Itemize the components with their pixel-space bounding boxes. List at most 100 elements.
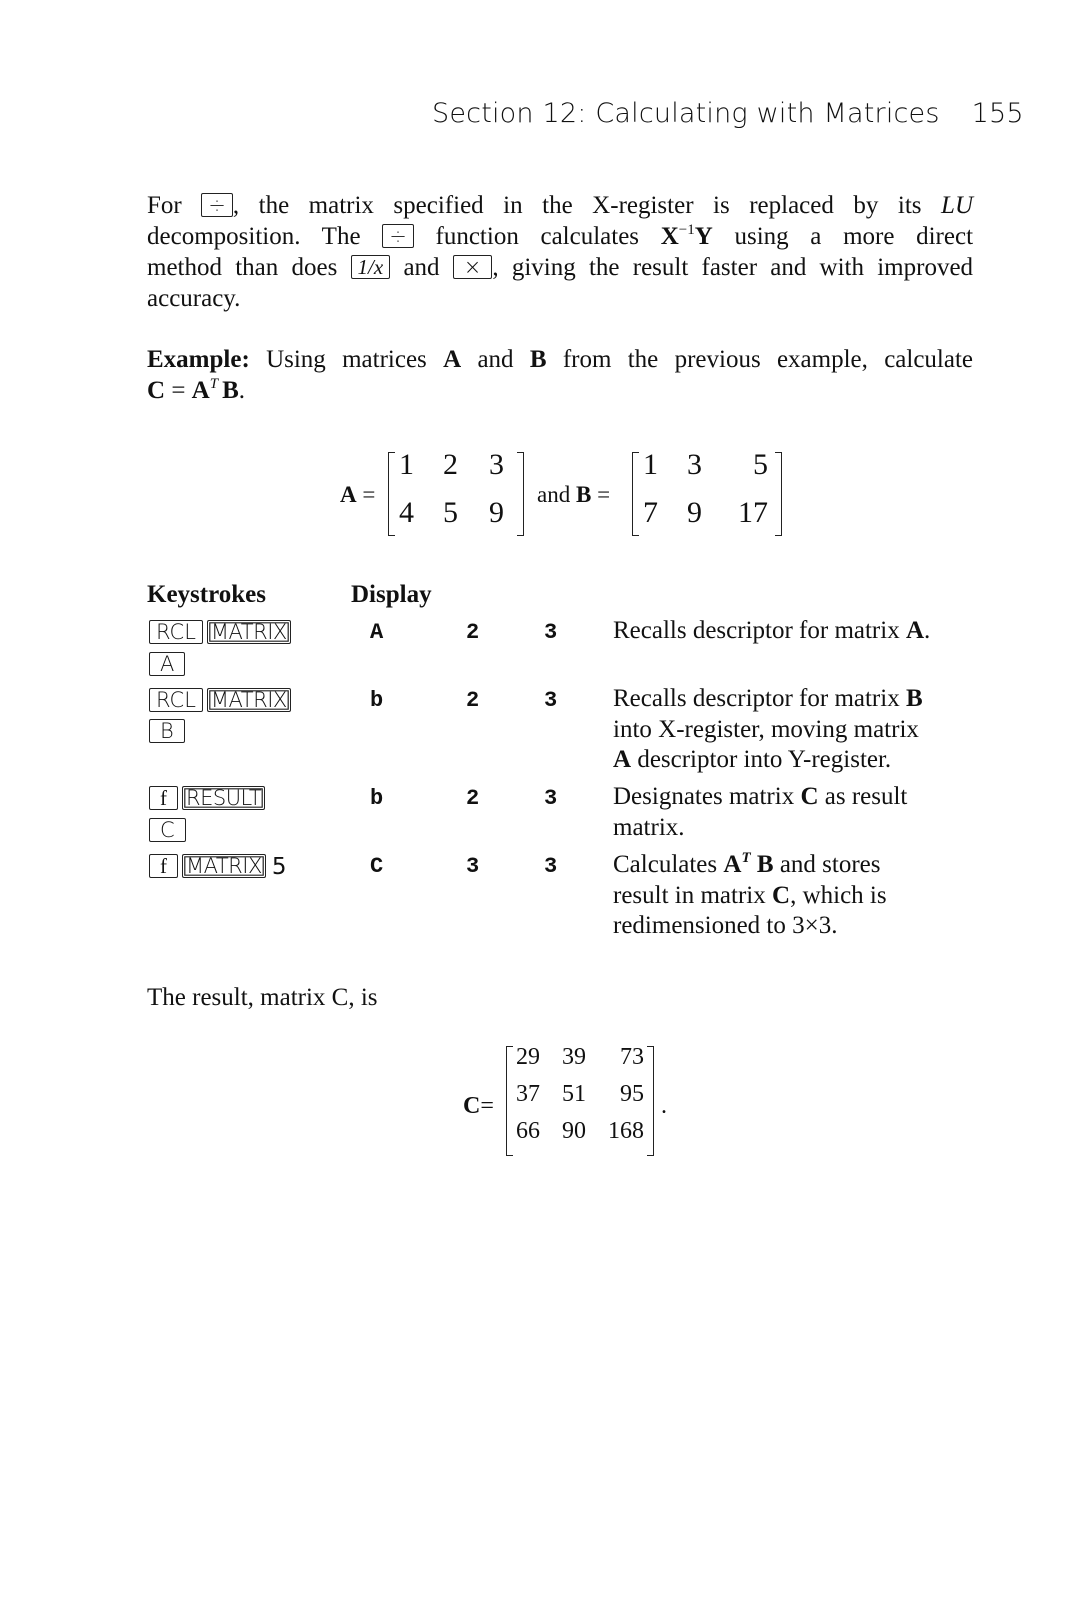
a-key: A [149,652,186,676]
matrix-b-cell: 17 [738,496,768,529]
reciprocal-key: 1/x [350,255,391,279]
display-cols: 3 [544,854,558,879]
matrix-c-label-group: C= [463,1093,494,1120]
matrix-a-ref: A [191,377,210,404]
matrix-b-cell: 3 [687,448,702,481]
display-rows: 2 [466,688,480,713]
text: For [147,192,182,219]
display-rows: 2 [466,786,480,811]
matrix-c-cell: 90 [562,1118,586,1144]
row-2-keys: RCL MATRIX [149,688,291,713]
keystrokes-header: Keystrokes [147,581,266,608]
display-cols: 3 [544,786,558,811]
y-symbol: Y [694,223,713,250]
matrix-a-cell: 5 [443,496,458,529]
and-text: and [537,482,571,507]
c-key: C [149,818,186,842]
desc-line: Recalls descriptor for matrix A. [613,617,931,644]
intro-line-1: For ÷, the matrix specified in the X-reg… [147,190,973,221]
row-1-keys-2: A [149,652,186,677]
matrix-b-label-group: and B = [537,482,610,508]
matrix-c-cell: 29 [516,1044,540,1070]
matrix-c-cell: 95 [620,1081,644,1107]
matrix-a-cell: 4 [399,496,414,529]
matrix-c-cell: 73 [620,1044,644,1070]
matrix-c-cell: 168 [608,1118,644,1144]
matrix-a-cell: 3 [489,448,504,481]
matrix-a-cell: 1 [399,448,414,481]
display-header: Display [351,581,432,608]
section-title: Section 12: Calculating with Matrices [432,98,940,129]
example-line-1: Example: Using matrices A and B from the… [147,344,973,375]
text: and [403,254,440,281]
transpose-mark: T [209,376,219,392]
rcl-key: RCL [149,620,203,644]
desc-line: Recalls descriptor for matrix B [613,685,923,712]
intro-line-4: accuracy. [147,285,241,312]
row-2-keys-2: B [149,719,185,744]
page-header: Section 12: Calculating with Matrices 155 [432,98,1024,129]
matrix-key: MATRIX [182,854,266,878]
text: and [477,346,514,373]
display-descriptor: b [370,786,384,811]
exponent: −1 [678,222,695,238]
divide-key: ÷ [201,193,233,217]
matrix-b-cell: 1 [643,448,658,481]
matrix-c-cell: 37 [516,1081,540,1107]
matrix-c-cell: 39 [562,1044,586,1070]
matrix-c-period: . [661,1093,667,1119]
page-number: 155 [971,98,1024,129]
row-3-description: Designates matrix C as result matrix. [613,782,973,843]
matrix-b: 1 3 5 7 9 17 [632,448,782,536]
matrix-b-ref: B [222,377,239,404]
text: from the previous example, calculate [562,346,974,373]
desc-line: into X-register, moving matrix [613,715,919,743]
matrix-b-ref: B [529,346,547,373]
matrix-c-cell: 51 [562,1081,586,1107]
text: , giving the result faster and with impr… [492,254,974,281]
matrix-b-cell: 9 [687,496,702,529]
right-bracket [775,452,782,536]
desc-line: Calculates AT B and stores [613,850,881,879]
f-key: f [149,786,178,810]
display-cols: 3 [544,688,558,713]
text: decomposition. The [147,223,361,250]
text: method than does [147,254,338,281]
matrix-a: 1 2 3 4 5 9 [388,448,524,536]
matrix-key: MATRIX [206,620,291,644]
f-key: f [149,854,178,878]
desc-line: Designates matrix C as result [613,783,908,810]
row-4-description: Calculates AT B and stores result in mat… [613,850,973,942]
display-descriptor: b [370,688,384,713]
matrix-a-label: A [340,482,357,507]
matrix-a-cell: 2 [443,448,458,481]
text: function calculates [435,223,640,250]
example-line-2: C = AT B. [147,375,973,406]
digit-5-key: 5 [271,854,287,880]
example-paragraph: Example: Using matrices A and B from the… [147,344,973,406]
desc-line: result in matrix C, which is [613,881,887,909]
text: , the matrix specified in the X-register… [232,192,922,219]
right-bracket [647,1046,654,1156]
row-4-keys: f MATRIX 5 [149,854,287,880]
multiply-key: × [452,255,493,279]
intro-paragraph: For ÷, the matrix specified in the X-reg… [147,190,973,314]
text: using a more direct [734,223,974,250]
desc-line: A descriptor into Y-register. [613,746,892,773]
display-descriptor: A [370,620,384,645]
text: Using matrices [266,346,427,373]
matrix-a-cell: 9 [489,496,504,529]
equals: = [165,377,192,404]
equals: = [362,482,376,507]
example-label: Example: [147,346,250,373]
x-symbol: X [660,223,679,250]
equals: = [597,482,611,507]
b-key: B [149,719,185,743]
lu-term: LU [941,192,974,219]
period: . [238,377,246,404]
matrix-a-ref: A [443,346,462,373]
matrix-a-label-group: A = [340,482,375,508]
divide-key: ÷ [382,224,414,248]
intro-line-2: decomposition. The ÷ function calculates… [147,221,973,252]
matrix-b-cell: 5 [753,448,768,481]
